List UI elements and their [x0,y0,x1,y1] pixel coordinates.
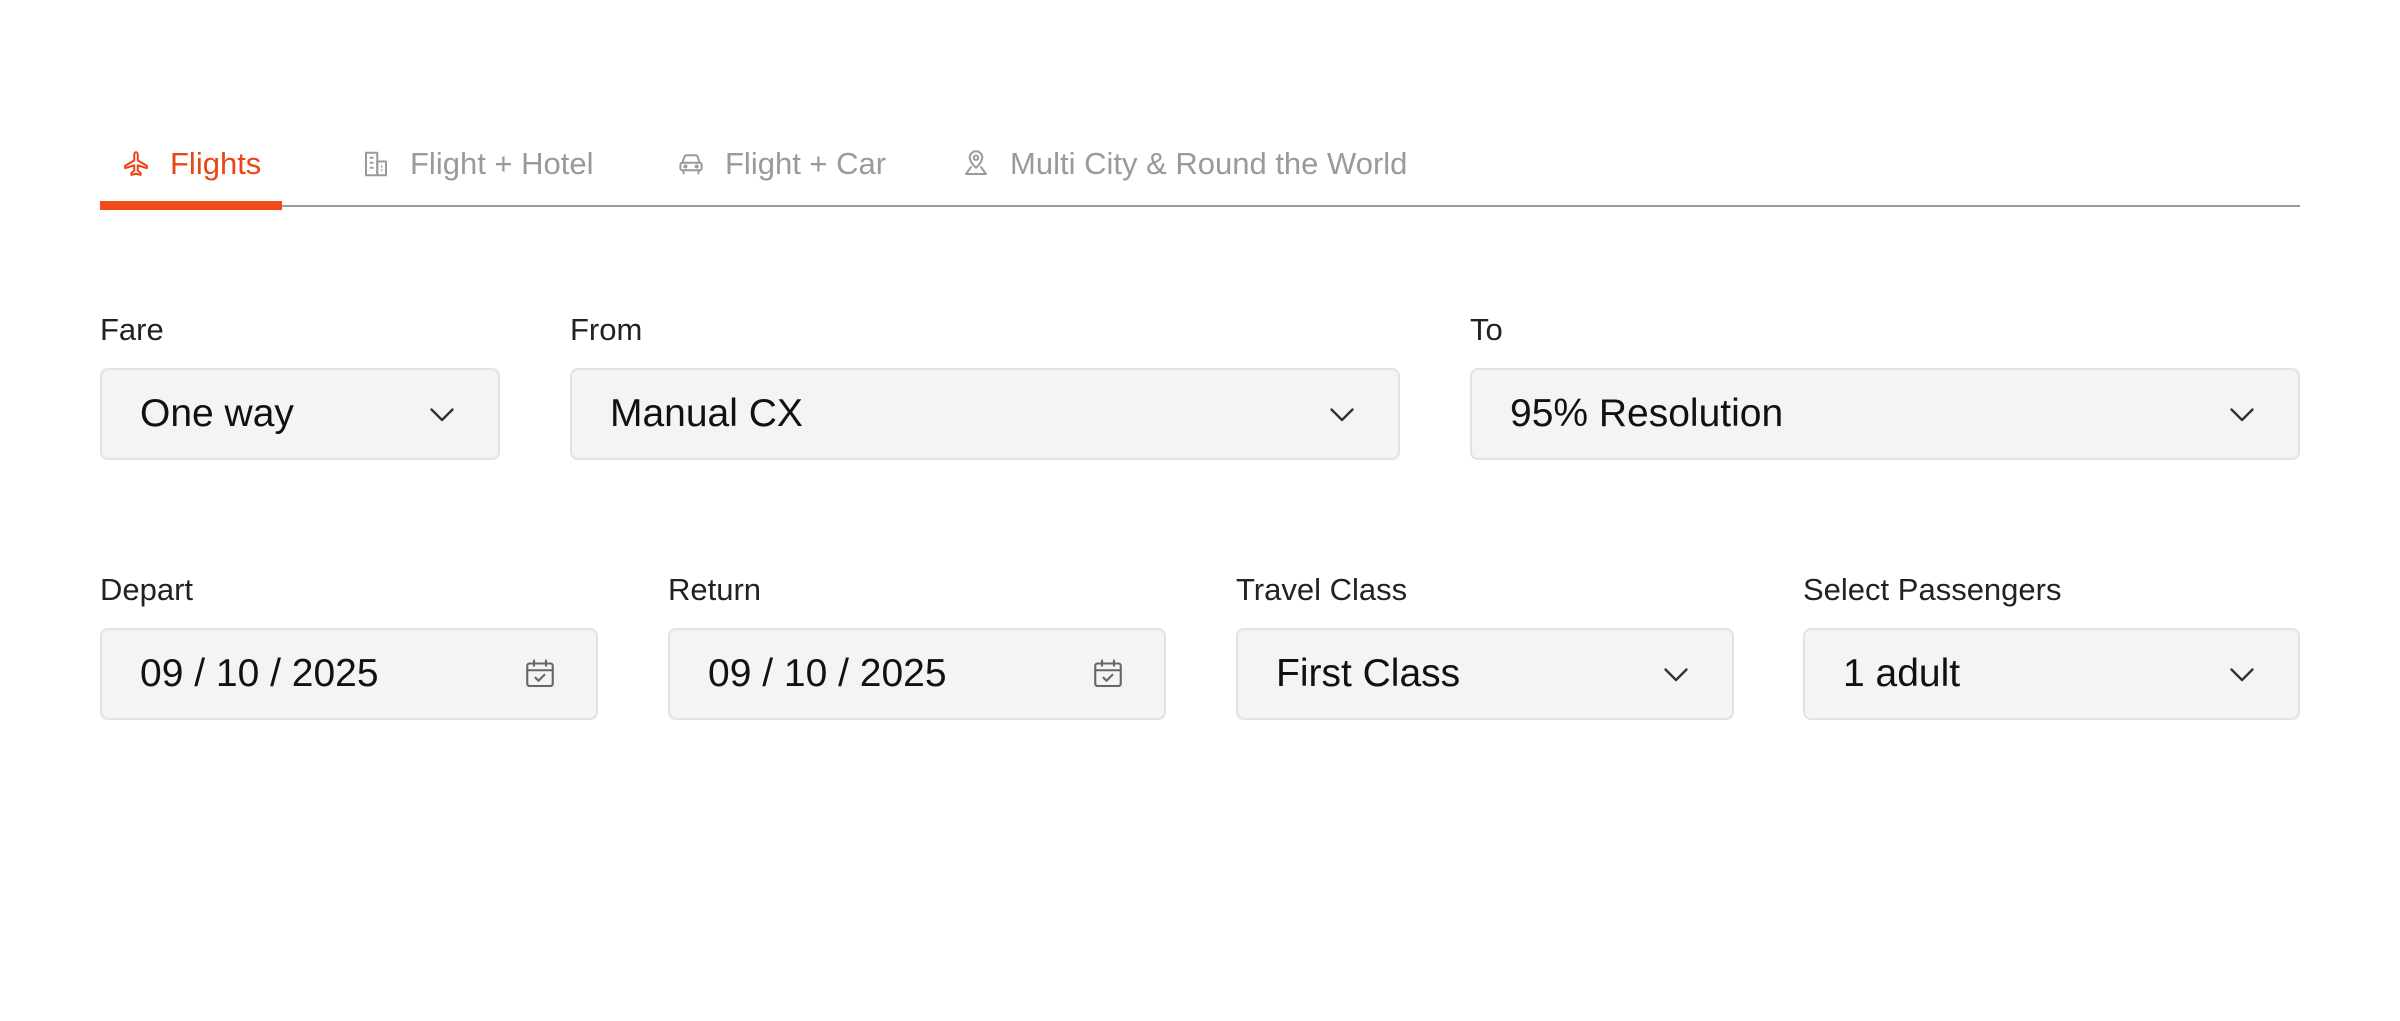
to-label: To [1470,312,1503,347]
tab-flights[interactable]: Flights [100,120,282,210]
chevron-down-icon [424,396,460,432]
travel-class-select[interactable]: First Class [1236,628,1734,720]
fare-select[interactable]: One way [100,368,500,460]
passengers-field: Select Passengers 1 adult [1803,570,2300,720]
tab-label: Multi City & Round the World [1010,145,1408,181]
chevron-down-icon [2224,396,2260,432]
building-icon [360,148,392,180]
map-pin-icon [960,148,992,180]
depart-label: Depart [100,572,194,607]
return-field: Return 09 / 10 / 2025 [668,570,1166,720]
to-value: 95% Resolution [1510,392,1784,435]
passengers-select[interactable]: 1 adult [1803,628,2300,720]
tab-label: Flights [170,145,262,181]
tab-multi-city[interactable]: Multi City & Round the World [940,120,1427,207]
return-value: 09 / 10 / 2025 [708,652,947,695]
plane-icon [120,148,152,180]
tab-flight-car[interactable]: Flight + Car [655,120,906,207]
trip-type-tabs: Flights Flight + Hotel Flight + Car Mult… [100,120,2300,210]
travel-class-label: Travel Class [1236,572,1408,607]
chevron-down-icon [1658,656,1694,692]
return-date-input[interactable]: 09 / 10 / 2025 [668,628,1166,720]
from-label: From [570,312,643,347]
chevron-down-icon [1324,396,1360,432]
tab-label: Flight + Hotel [410,145,594,181]
to-field: To 95% Resolution [1470,310,2300,460]
from-field: From Manual CX [570,310,1400,460]
from-select[interactable]: Manual CX [570,368,1400,460]
car-icon [675,148,707,180]
to-select[interactable]: 95% Resolution [1470,368,2300,460]
passengers-label: Select Passengers [1803,572,2062,607]
tab-label: Flight + Car [725,145,887,181]
from-value: Manual CX [610,392,803,435]
fare-label: Fare [100,312,164,347]
chevron-down-icon [2224,656,2260,692]
calendar-icon[interactable] [1090,656,1126,692]
passengers-value: 1 adult [1843,652,1961,695]
tab-flight-hotel[interactable]: Flight + Hotel [340,120,614,207]
return-label: Return [668,572,762,607]
depart-value: 09 / 10 / 2025 [140,652,379,695]
depart-field: Depart 09 / 10 / 2025 [100,570,598,720]
fare-value: One way [140,392,294,435]
travel-class-value: First Class [1276,652,1461,695]
calendar-icon[interactable] [522,656,558,692]
fare-field: Fare One way [100,310,500,460]
travel-class-field: Travel Class First Class [1236,570,1734,720]
depart-date-input[interactable]: 09 / 10 / 2025 [100,628,598,720]
